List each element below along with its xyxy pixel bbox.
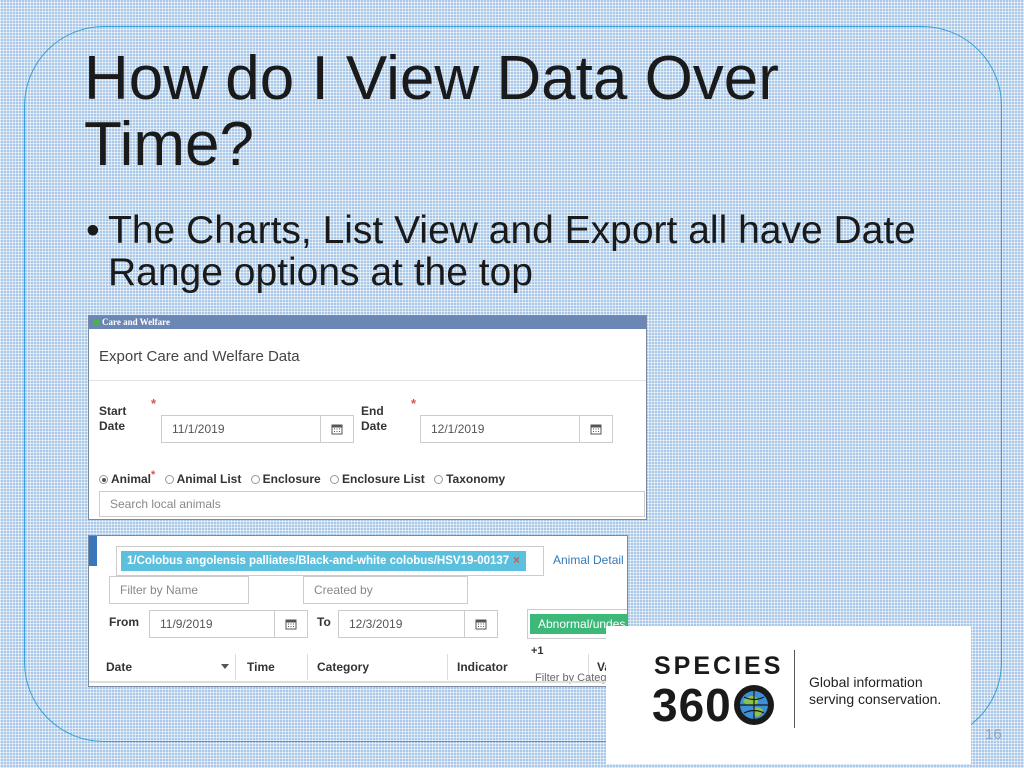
column-separator: [307, 654, 308, 680]
radio-label: Animal List: [176, 472, 242, 486]
start-date-label: Start Date: [99, 404, 127, 433]
export-panel-screenshot: Care and Welfare Export Care and Welfare…: [88, 315, 647, 520]
radio-label: Enclosure List: [342, 472, 425, 486]
app-icon: [93, 319, 99, 326]
animal-select[interactable]: 1/Colobus angolensis palliates/Black-and…: [116, 546, 544, 576]
from-date-input[interactable]: 11/9/2019: [149, 610, 275, 638]
from-label: From: [109, 615, 139, 629]
divider: [89, 380, 646, 381]
column-separator: [447, 654, 448, 680]
remove-tag-icon[interactable]: ×: [513, 555, 520, 567]
sort-down-icon[interactable]: [221, 664, 229, 669]
calendar-icon: [590, 424, 602, 435]
radio-animal-list[interactable]: Animal List: [164, 472, 242, 486]
slide-bullet: • The Charts, List View and Export all h…: [86, 210, 966, 294]
radio-animal[interactable]: Animal*: [99, 469, 155, 486]
radio-circle: [434, 475, 444, 484]
slide-title: How do I View Data Over Time?: [84, 44, 779, 179]
logo-species-text: SPECIES: [654, 652, 784, 680]
required-marker: *: [151, 396, 157, 411]
calendar-icon: [285, 619, 297, 630]
search-animals-input[interactable]: Search local animals: [99, 491, 645, 517]
column-header-date[interactable]: Date: [106, 660, 132, 674]
list-view-screenshot: 1/Colobus angolensis palliates/Black-and…: [88, 535, 628, 687]
column-header-category[interactable]: Category: [317, 660, 369, 674]
from-calendar-button[interactable]: [274, 610, 308, 638]
radio-label: Enclosure: [262, 472, 321, 486]
to-label: To: [317, 615, 331, 629]
panel-accent: [89, 536, 97, 566]
column-header-indicator[interactable]: Indicator: [457, 660, 508, 674]
radio-taxonomy[interactable]: Taxonomy: [434, 472, 505, 486]
page-number: 16: [985, 726, 1002, 743]
export-heading: Export Care and Welfare Data: [99, 348, 300, 365]
logo-360-text: 360: [652, 679, 732, 731]
filter-name-input[interactable]: Filter by Name: [109, 576, 249, 604]
created-by-input[interactable]: Created by: [303, 576, 468, 604]
animal-tag: 1/Colobus angolensis palliates/Black-and…: [121, 551, 526, 571]
calendar-icon: [475, 619, 487, 630]
radio-enclosure-list[interactable]: Enclosure List: [330, 472, 425, 486]
required-marker: *: [411, 396, 417, 411]
radio-label: Animal: [111, 472, 152, 486]
logo-divider: [794, 650, 795, 728]
bullet-text: The Charts, List View and Export all hav…: [108, 209, 916, 294]
radio-circle: [250, 475, 260, 484]
logo-tagline-line1: Global information: [809, 674, 923, 690]
radio-label: Taxonomy: [446, 472, 506, 486]
column-separator: [235, 654, 236, 680]
more-count: +1: [531, 645, 544, 657]
window-titlebar: Care and Welfare: [89, 316, 646, 329]
radio-circle: [99, 475, 108, 484]
start-date-input[interactable]: 11/1/2019: [161, 415, 321, 443]
globe-icon: [734, 685, 774, 725]
window-title: Care and Welfare: [102, 317, 170, 327]
logo-tagline-line2: serving conservation.: [809, 691, 942, 707]
calendar-icon: [331, 424, 343, 435]
required-marker: *: [151, 469, 156, 481]
selection-type-radios: Animal* Animal List Enclosure Enclosure …: [99, 469, 511, 486]
start-calendar-button[interactable]: [320, 415, 354, 443]
animal-tag-label: 1/Colobus angolensis palliates/Black-and…: [127, 555, 510, 567]
column-header-time[interactable]: Time: [247, 660, 275, 674]
logo-tagline: Global information serving conservation.: [809, 674, 941, 708]
radio-enclosure[interactable]: Enclosure: [250, 472, 321, 486]
to-date-input[interactable]: 12/3/2019: [338, 610, 466, 638]
species360-logo: SPECIES 360 Global information serving c…: [606, 626, 971, 764]
end-calendar-button[interactable]: [579, 415, 613, 443]
table-header-border: [89, 681, 627, 683]
bullet-dot: •: [86, 209, 100, 252]
end-date-label: End Date: [361, 404, 388, 433]
radio-circle: [164, 475, 174, 484]
animal-detail-link[interactable]: Animal Detail: [553, 553, 624, 567]
radio-circle: [330, 475, 340, 484]
end-date-input[interactable]: 12/1/2019: [420, 415, 580, 443]
to-calendar-button[interactable]: [464, 610, 498, 638]
